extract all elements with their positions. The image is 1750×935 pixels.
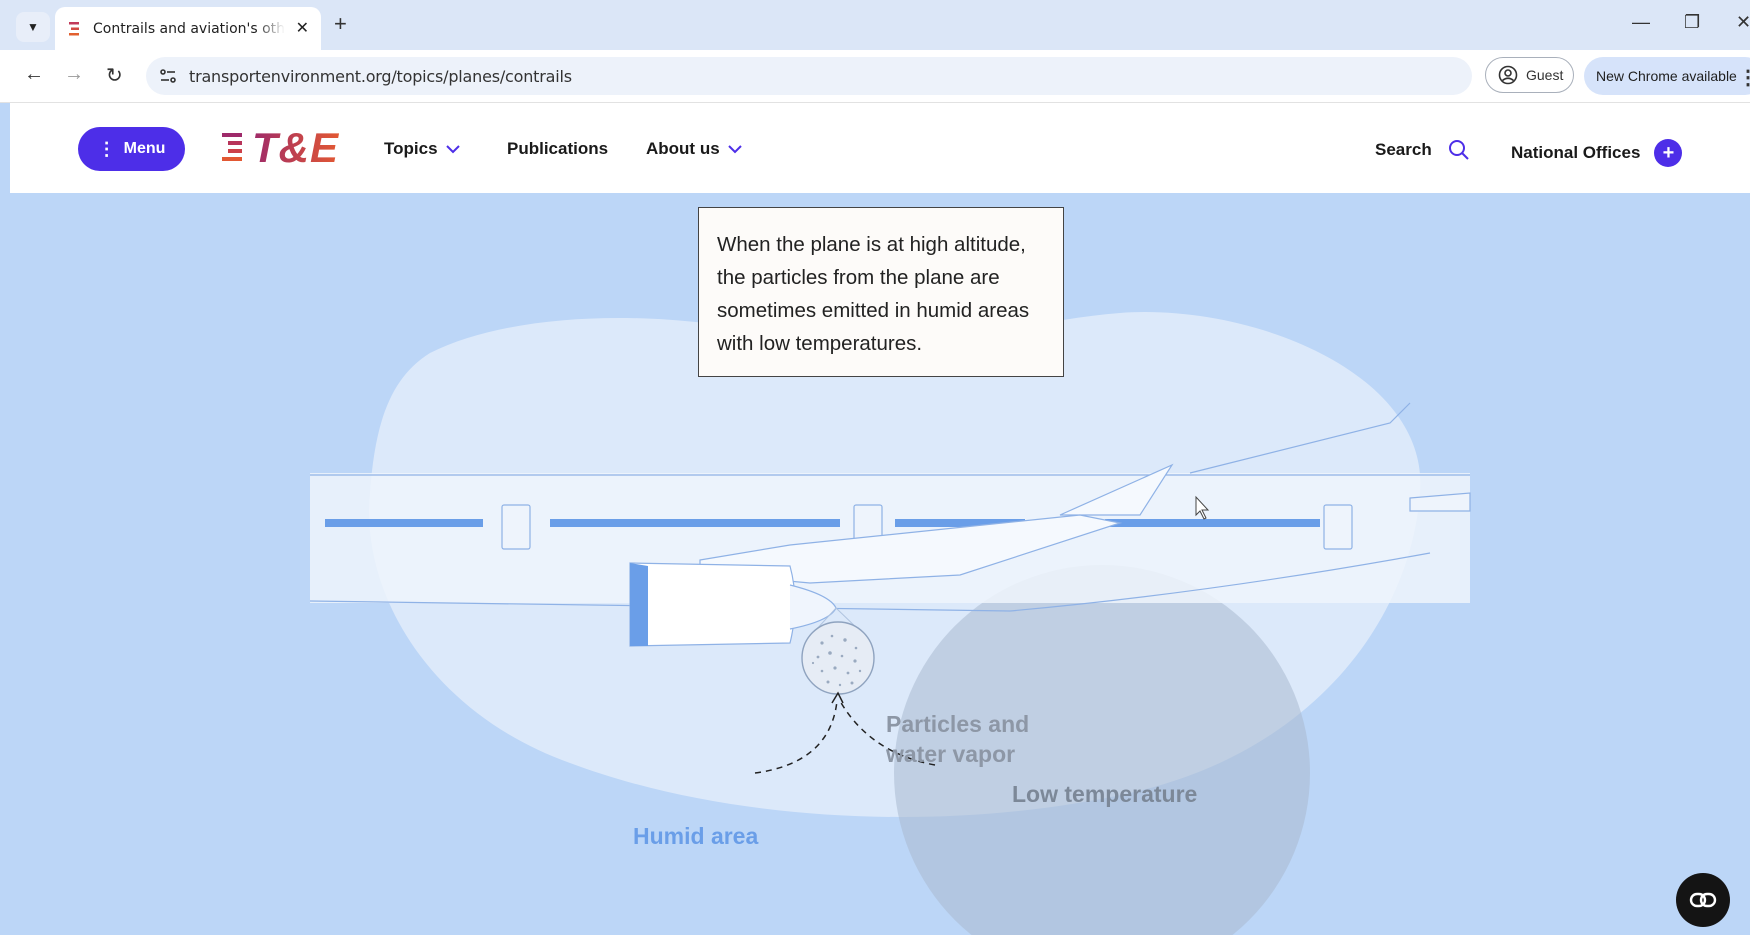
logo-text: T&E [252, 124, 339, 171]
plus-icon[interactable]: + [334, 11, 347, 37]
chevron-down-icon [727, 145, 742, 154]
nav-about[interactable]: About us [646, 139, 742, 159]
profile-button[interactable]: Guest [1485, 57, 1574, 93]
contrails-illustration: When the plane is at high altitude, the … [10, 193, 1750, 935]
menu-label: Menu [123, 140, 166, 157]
link-icon [1689, 892, 1717, 908]
offices-label: National Offices [1511, 143, 1641, 162]
reload-icon[interactable]: ↻ [106, 63, 123, 88]
profile-icon [1498, 65, 1518, 85]
restore-icon[interactable]: ❐ [1684, 12, 1700, 33]
favicon-icon [67, 21, 83, 37]
particle-circle [801, 621, 875, 695]
menu-button[interactable]: ⋮ Menu [78, 127, 185, 171]
engine [629, 562, 796, 647]
nav-about-label: About us [646, 139, 720, 158]
back-icon[interactable]: ← [24, 63, 44, 86]
accessibility-widget-button[interactable] [1676, 873, 1730, 927]
search-icon [1448, 140, 1469, 160]
browser-tab[interactable]: Contrails and aviation's other h ✕ [55, 7, 321, 50]
browser-toolbar: ← → ↻ transportenvironment.org/topics/pl… [0, 50, 1750, 103]
window-close-icon[interactable]: ✕ [1736, 12, 1750, 33]
search-label: Search [1375, 140, 1432, 159]
guest-label: Guest [1526, 67, 1564, 83]
chevron-down-icon [445, 145, 460, 154]
update-chrome-button[interactable]: New Chrome available ⋮ [1584, 57, 1750, 95]
logo-mark-icon [222, 133, 242, 161]
update-label: New Chrome available [1596, 68, 1737, 84]
browser-tab-strip: ▼ Contrails and aviation's other h ✕ + —… [0, 0, 1750, 50]
forward-icon[interactable]: → [64, 63, 84, 86]
nav-publications-label: Publications [507, 139, 609, 158]
url-text: transportenvironment.org/topics/planes/c… [189, 67, 572, 86]
close-icon[interactable]: ✕ [296, 18, 309, 38]
address-bar[interactable]: transportenvironment.org/topics/planes/c… [146, 57, 1472, 95]
particles-label: Particles and water vapor [886, 709, 1086, 769]
nav-publications[interactable]: Publications [507, 139, 608, 159]
site-logo[interactable]: T&E [220, 124, 339, 171]
nav-topics-label: Topics [384, 139, 438, 158]
minimize-icon[interactable]: — [1632, 12, 1650, 33]
door [1323, 504, 1353, 550]
site-settings-icon[interactable] [158, 66, 178, 86]
window-row [325, 519, 1320, 527]
nav-topics[interactable]: Topics [384, 139, 460, 159]
plus-icon: + [1654, 139, 1683, 167]
kebab-icon[interactable]: ⋮ [1738, 65, 1750, 90]
national-offices-button[interactable]: National Offices + [1511, 139, 1683, 167]
explanation-callout: When the plane is at high altitude, the … [698, 207, 1064, 377]
tab-title: Contrails and aviation's other h [93, 20, 285, 37]
menu-dots-icon: ⋮ [97, 138, 116, 159]
humid-area-label: Humid area [633, 823, 759, 849]
search-button[interactable]: Search [1375, 139, 1470, 161]
low-temperature-label: Low temperature [1012, 781, 1198, 807]
tab-list-icon[interactable]: ▼ [16, 12, 50, 42]
site-header: ⋮ Menu T&E Topics Publications About us … [10, 103, 1750, 193]
door [501, 504, 531, 550]
particles-label-line2: water vapor [886, 741, 1016, 767]
particles-label-line1: Particles and [886, 711, 1030, 737]
